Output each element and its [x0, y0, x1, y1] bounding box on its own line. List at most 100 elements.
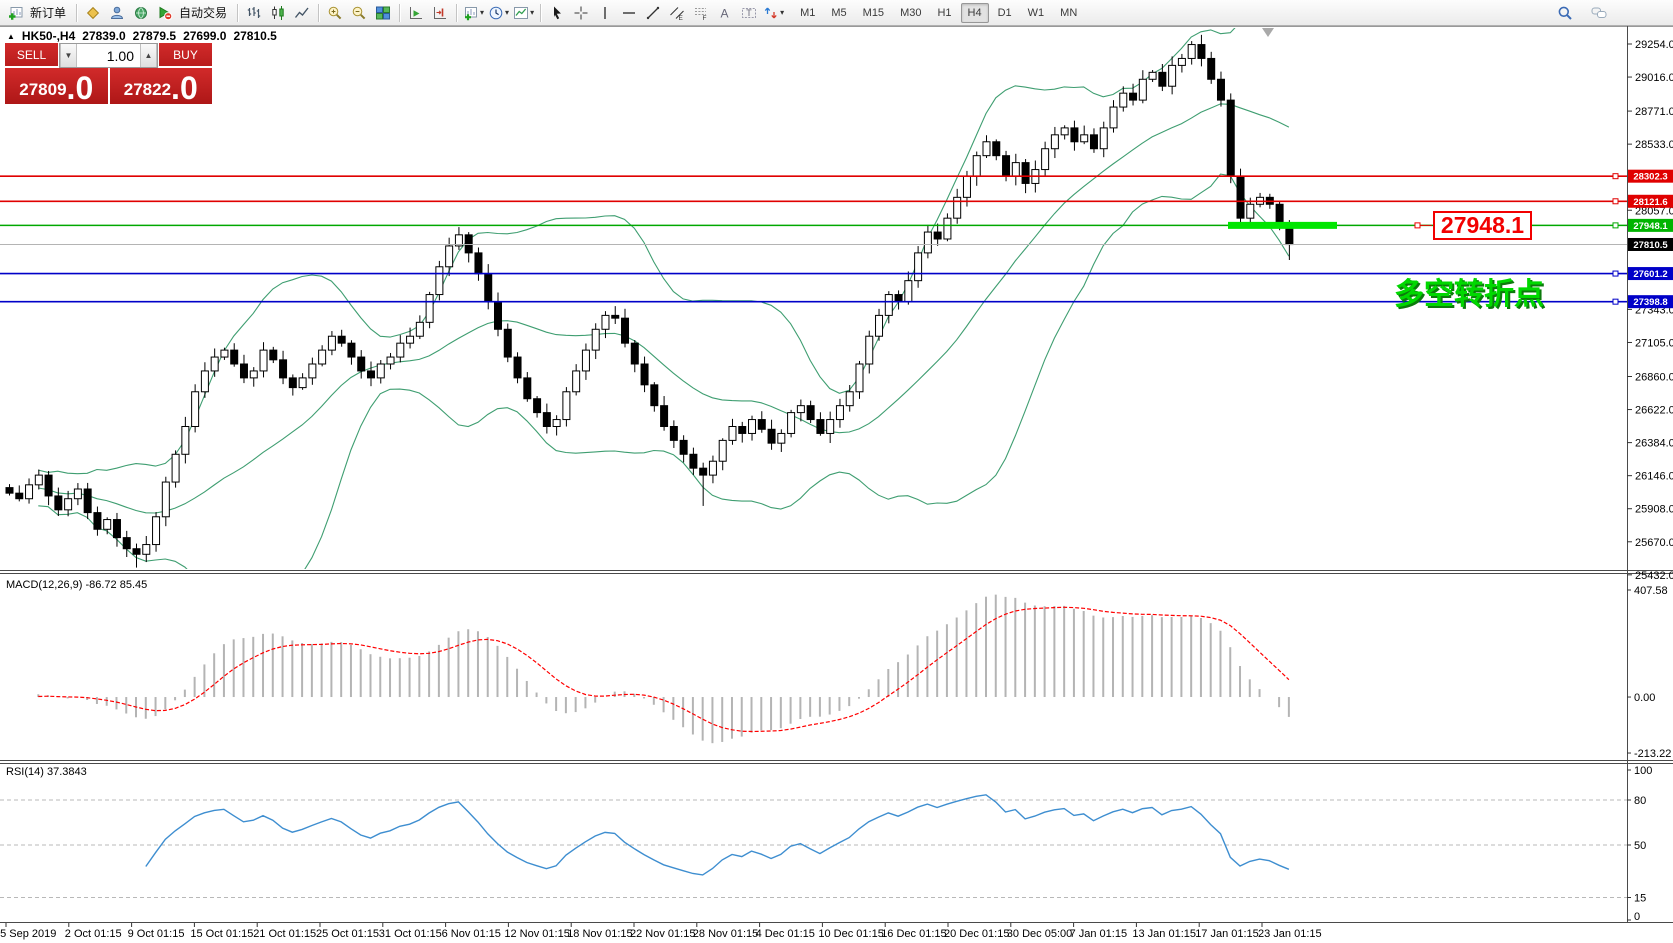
new-order-icon[interactable] [5, 2, 27, 23]
price-tick-label: 29016.0 [1635, 72, 1673, 84]
symbol-name: HK50-,H4 [22, 29, 75, 43]
equidistant-channel-icon[interactable]: E [666, 2, 688, 23]
ohlc-high: 27879.5 [133, 29, 176, 43]
timeframe-button-h1[interactable]: H1 [930, 3, 958, 23]
timeframe-button-mn[interactable]: MN [1053, 3, 1084, 23]
trend-segment[interactable] [1228, 222, 1337, 229]
volume-decrease-button[interactable]: ▼ [60, 44, 77, 67]
turning-point-annotation: 多空转折点 [1394, 269, 1544, 313]
tile-windows-icon[interactable] [372, 2, 394, 23]
time-tick-label: 23 Jan 01:15 [1258, 928, 1322, 940]
ohlc-low: 27699.0 [183, 29, 226, 43]
time-tick-label: 13 Jan 01:15 [1132, 928, 1196, 940]
bollinger-bands [38, 26, 1289, 609]
timeframe-button-m15[interactable]: M15 [856, 3, 891, 23]
time-tick-label: 16 Dec 01:15 [881, 928, 946, 940]
buy-price-dec: .0 [171, 73, 198, 103]
chat-icon[interactable] [1588, 2, 1610, 23]
buy-price[interactable]: 27822.0 [110, 68, 213, 104]
price-chart[interactable]: 29254.029016.028771.028533.028057.027343… [0, 26, 1673, 943]
buy-button[interactable]: BUY [159, 43, 212, 68]
horizontal-line-objects[interactable] [0, 174, 1627, 304]
sell-price[interactable]: 27809.0 [5, 68, 108, 104]
time-tick-label: 21 Oct 01:15 [253, 928, 316, 940]
toolbar-separator [76, 4, 77, 22]
chart-shift-marker[interactable] [1262, 28, 1274, 37]
volume-stepper[interactable]: ▼ 1.00 ▲ [59, 43, 158, 68]
time-tick-label: 25 Sep 2019 [0, 928, 56, 940]
time-tick-label: 10 Dec 01:15 [818, 928, 883, 940]
auto-scroll-icon[interactable] [405, 2, 427, 23]
mt4-window: 新订单自动交易▾▾▾EFAT▾ M1M5M15M30H1H4D1W1MN 292… [0, 0, 1673, 943]
time-tick-label: 7 Jan 01:15 [1070, 928, 1128, 940]
price-line-label: 27948.1 [1633, 221, 1668, 232]
line-chart-icon[interactable] [291, 2, 313, 23]
sell-price-dec: .0 [67, 73, 94, 103]
profile-icon[interactable] [106, 2, 128, 23]
svg-text:F: F [703, 15, 707, 21]
time-tick-label: 17 Jan 01:15 [1195, 928, 1259, 940]
text-label-icon[interactable]: T [738, 2, 760, 23]
timeframe-button-w1[interactable]: W1 [1021, 3, 1052, 23]
price-callout[interactable]: 27948.1 [1433, 211, 1532, 240]
price-line-label: 27810.5 [1633, 240, 1668, 251]
timeframe-button-m1[interactable]: M1 [793, 3, 822, 23]
new-order-label[interactable]: 新订单 [30, 4, 66, 21]
price-axis: 29254.029016.028771.028533.028057.027343… [1627, 39, 1673, 582]
autotrading-label[interactable]: 自动交易 [179, 4, 227, 21]
autotrading-icon[interactable] [154, 2, 176, 23]
timeframe-button-d1[interactable]: D1 [991, 3, 1019, 23]
price-tick-label: 27105.0 [1635, 337, 1673, 349]
price-tick-label: 26384.0 [1635, 438, 1673, 450]
time-tick-label: 28 Nov 01:15 [693, 928, 758, 940]
toolbar-separator [237, 4, 238, 22]
price-tick-label: 29254.0 [1635, 39, 1673, 51]
toolbar-separator [456, 4, 457, 22]
time-tick-label: 25 Oct 01:15 [316, 928, 379, 940]
timeframe-button-m30[interactable]: M30 [893, 3, 928, 23]
sell-button[interactable]: SELL [5, 43, 58, 68]
buy-price-main: 27822 [124, 77, 171, 103]
chart-title: ▲ HK50-,H4 27839.0 27879.5 27699.0 27810… [7, 29, 277, 43]
text-icon[interactable]: A [714, 2, 736, 23]
price-tick-label: 25670.0 [1635, 537, 1673, 549]
chart-shift-icon[interactable] [429, 2, 451, 23]
candlestick-chart-icon[interactable] [267, 2, 289, 23]
search-icon[interactable] [1554, 2, 1576, 23]
time-axis: 25 Sep 20192 Oct 01:159 Oct 01:1515 Oct … [0, 923, 1322, 940]
templates-icon[interactable]: ▾ [512, 2, 535, 23]
cursor-icon[interactable] [546, 2, 568, 23]
panel-separators[interactable] [0, 27, 1673, 923]
crosshair-icon[interactable] [570, 2, 592, 23]
toolbar-separator [318, 4, 319, 22]
macd-axis-label: 0.00 [1634, 692, 1655, 704]
bar-chart-icon[interactable] [243, 2, 265, 23]
time-tick-label: 2 Oct 01:15 [65, 928, 122, 940]
vertical-line-icon[interactable] [594, 2, 616, 23]
symbol-arrow-icon: ▲ [7, 32, 15, 41]
new-chart-icon[interactable]: ▾ [462, 2, 485, 23]
zoom-in-icon[interactable] [324, 2, 346, 23]
trendline-icon[interactable] [642, 2, 664, 23]
volume-increase-button[interactable]: ▲ [140, 44, 157, 67]
volume-value[interactable]: 1.00 [77, 44, 140, 67]
time-tick-label: 20 Dec 01:15 [944, 928, 1009, 940]
fibonacci-icon[interactable]: F [690, 2, 712, 23]
arrows-icon[interactable]: ▾ [762, 2, 785, 23]
price-tick-label: 26146.0 [1635, 471, 1673, 483]
price-tick-label: 26860.0 [1635, 372, 1673, 384]
periodicity-icon[interactable]: ▾ [487, 2, 510, 23]
macd-axis-label: 407.58 [1634, 585, 1668, 597]
timeframe-button-m5[interactable]: M5 [824, 3, 853, 23]
timeframe-button-h4[interactable]: H4 [961, 3, 989, 23]
metaeditor-icon[interactable] [82, 2, 104, 23]
toolbar-right [1553, 2, 1669, 23]
broadcast-icon[interactable] [130, 2, 152, 23]
rsi-level-lines [0, 800, 1627, 898]
svg-text:E: E [679, 15, 684, 21]
horizontal-line-icon[interactable] [618, 2, 640, 23]
zoom-out-icon[interactable] [348, 2, 370, 23]
price-tick-label: 28533.0 [1635, 139, 1673, 151]
time-tick-label: 15 Oct 01:15 [190, 928, 253, 940]
callout-anchor [1415, 223, 1420, 228]
